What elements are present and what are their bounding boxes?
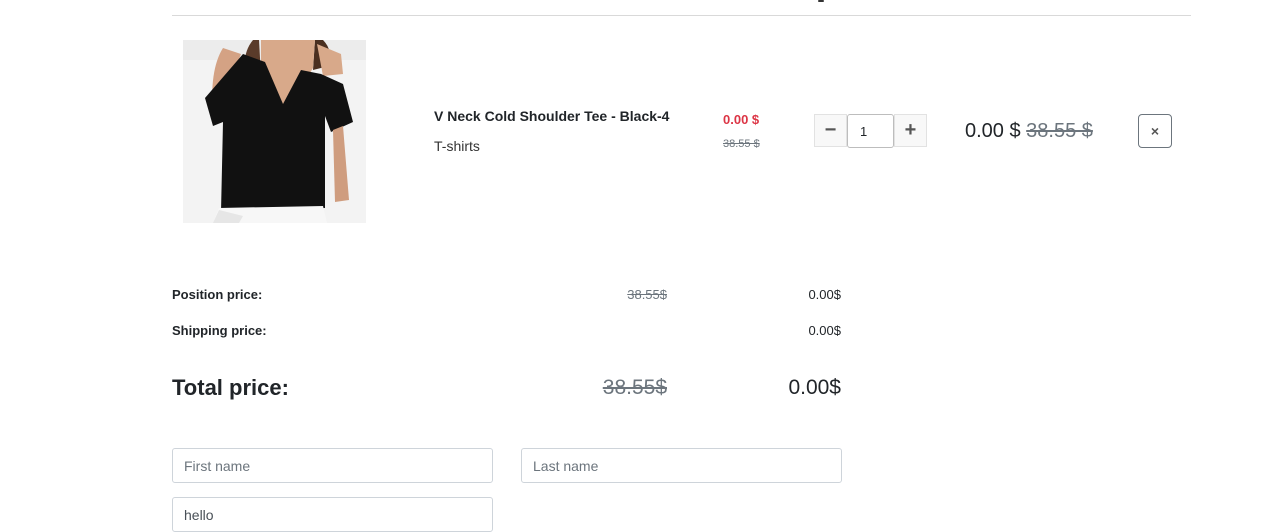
total-price-value: 0.00$ <box>788 376 841 399</box>
total-price-label: Total price: <box>172 375 289 400</box>
plus-icon: + <box>904 119 917 141</box>
header-fragment <box>818 0 824 2</box>
close-icon: × <box>1150 123 1160 139</box>
product-name[interactable]: V Neck Cold Shoulder Tee - Black-4 <box>434 108 669 124</box>
minus-icon: − <box>824 119 837 141</box>
quantity-increase-button[interactable]: + <box>894 114 927 147</box>
product-photo-icon <box>183 40 366 223</box>
shipping-price-label: Shipping price: <box>172 323 267 338</box>
line-total-original: 38.55 $ <box>1026 120 1093 142</box>
third-field[interactable] <box>172 497 493 532</box>
remove-item-button[interactable]: × <box>1138 114 1172 148</box>
line-total-value: 0.00 $ <box>965 120 1021 142</box>
position-price-original: 38.55$ <box>627 287 667 302</box>
product-category: T-shirts <box>434 138 480 154</box>
first-name-field[interactable] <box>172 448 493 483</box>
quantity-input[interactable] <box>847 114 894 148</box>
position-price-value: 0.00$ <box>808 287 841 302</box>
total-price-original: 38.55$ <box>602 376 667 399</box>
top-divider <box>172 15 1191 16</box>
quantity-decrease-button[interactable]: − <box>814 114 847 147</box>
position-price-label: Position price: <box>172 287 263 302</box>
product-image[interactable] <box>183 40 366 223</box>
last-name-field[interactable] <box>521 448 842 483</box>
line-total: 0.00 $ 38.55 $ <box>965 120 1093 143</box>
unit-price: 0.00 $ <box>723 112 760 127</box>
unit-price-original: 38.55 $ <box>723 138 760 150</box>
shipping-price-value: 0.00$ <box>808 323 841 338</box>
